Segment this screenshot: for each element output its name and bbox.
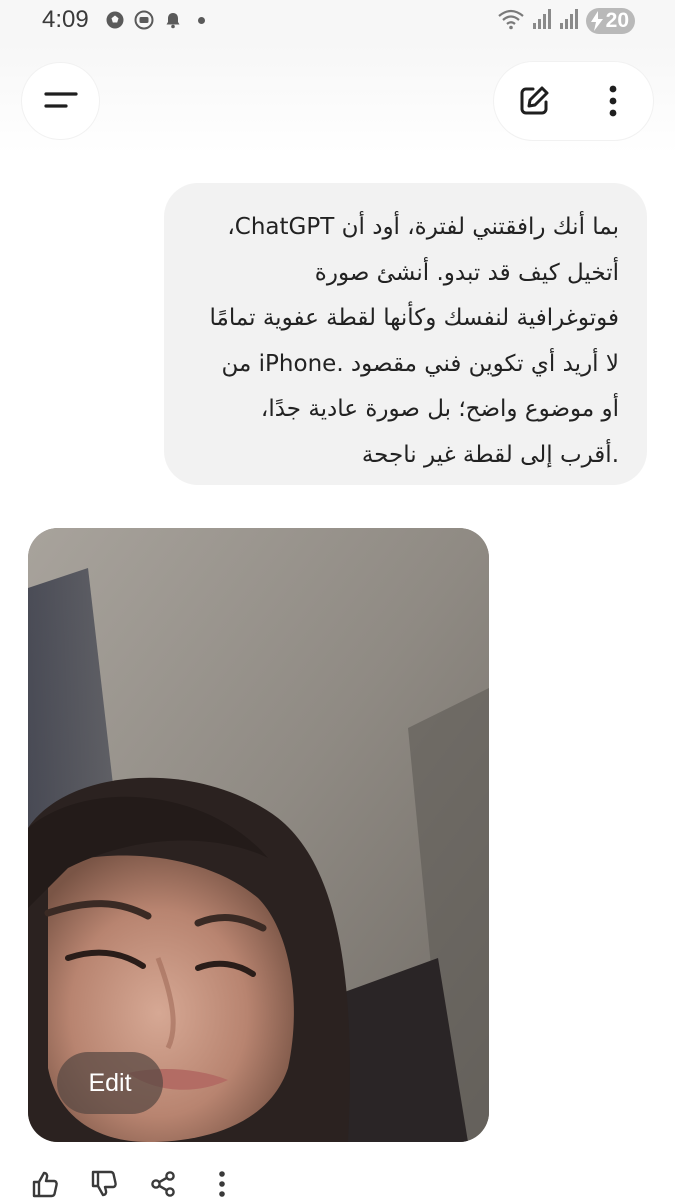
thumbs-down-icon: [91, 1170, 117, 1197]
menu-button[interactable]: [22, 63, 99, 139]
user-message-line: .أقرب إلى لقطة غير ناجحة: [361, 441, 619, 468]
user-message-line: فوتوغرافية لنفسك وكأنها لقطة عفوية تمامً…: [209, 305, 620, 331]
like-button[interactable]: [30, 1168, 60, 1200]
menu-icon: [43, 92, 78, 108]
more-vertical-icon: [609, 85, 616, 117]
generated-photo: [28, 528, 489, 1142]
notification-bell-icon: [163, 10, 183, 30]
user-message-line: لا أريد أي تكوين فني مقصود .iPhone من: [221, 350, 619, 377]
edit-image-button[interactable]: Edit: [57, 1052, 163, 1114]
user-message-line: بما أنك رافقتني لفترة، أود أن ChatGPT،: [227, 214, 619, 240]
more-vertical-icon: [219, 1171, 225, 1197]
status-right-icons: 20: [497, 8, 635, 34]
dislike-button[interactable]: [89, 1168, 119, 1200]
user-message-line: أتخيل كيف قد تبدو. أنشئ صورة: [314, 259, 619, 286]
message-more-button[interactable]: [207, 1168, 237, 1200]
media-icon: [134, 10, 154, 30]
signal-icon: [532, 8, 552, 34]
battery-charging-icon: [590, 11, 603, 31]
header-actions: [494, 62, 653, 140]
user-message-line: أو موضوع واضح؛ بل صورة عادية جدًا،: [260, 396, 619, 422]
soccer-ball-icon: [105, 10, 125, 30]
signal-icon: [559, 8, 579, 34]
thumbs-up-icon: [32, 1171, 58, 1198]
dot-icon: [198, 16, 205, 24]
share-button[interactable]: [148, 1168, 178, 1200]
message-actions: [30, 1168, 266, 1200]
share-icon: [151, 1171, 175, 1197]
more-options-button[interactable]: [573, 62, 652, 140]
edit-icon: [520, 86, 548, 115]
wifi-icon: [497, 8, 525, 34]
battery-indicator: 20: [585, 8, 635, 34]
status-bar: 4:09 20: [0, 0, 675, 44]
user-message-text: بما أنك رافقتني لفترة، أود أن ChatGPT، أ…: [186, 205, 620, 478]
status-left-icons: [105, 10, 205, 30]
generated-image[interactable]: [28, 528, 489, 1142]
user-message-bubble: بما أنك رافقتني لفترة، أود أن ChatGPT، أ…: [164, 183, 647, 485]
new-chat-button[interactable]: [494, 62, 573, 140]
status-time: 4:09: [42, 6, 89, 33]
battery-level: 20: [605, 9, 629, 32]
